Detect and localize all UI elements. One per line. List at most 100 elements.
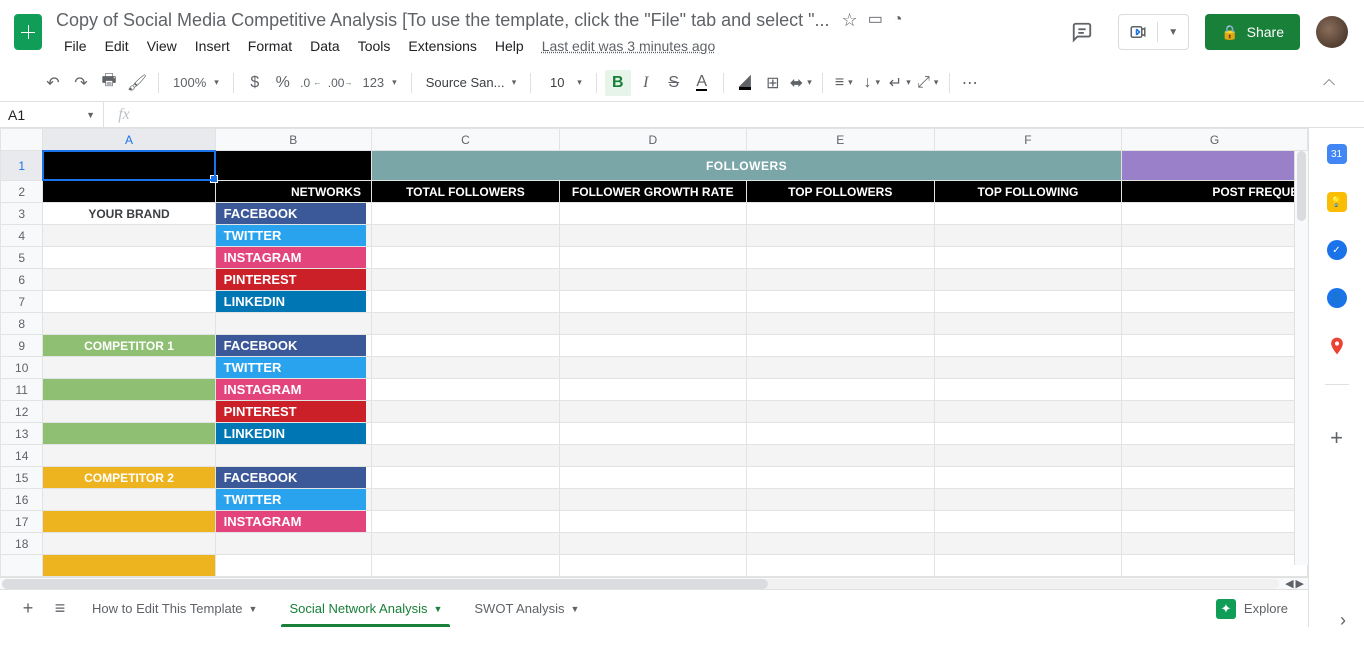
menu-tools[interactable]: Tools xyxy=(350,36,399,56)
col-header-B[interactable]: B xyxy=(215,129,371,151)
cell-C8[interactable] xyxy=(371,313,559,335)
hide-side-panel-button[interactable]: › xyxy=(1340,610,1346,631)
cell-E15[interactable] xyxy=(746,467,934,489)
cell-F12[interactable] xyxy=(934,401,1121,423)
cell-B10[interactable]: TWITTER xyxy=(215,357,371,379)
cell-A17[interactable] xyxy=(43,511,215,533)
cell-B8[interactable] xyxy=(215,313,371,335)
explore-button[interactable]: ✦ Explore xyxy=(1216,599,1296,619)
sheet-tab-howto[interactable]: How to Edit This Template▼ xyxy=(76,590,273,627)
cell-E14[interactable] xyxy=(746,445,934,467)
col-header-E[interactable]: E xyxy=(746,129,934,151)
cell-A12[interactable] xyxy=(43,401,215,423)
cell-B18[interactable] xyxy=(215,533,371,555)
text-wrap-button[interactable]: ↵ xyxy=(887,70,913,96)
sheet-tab-swot[interactable]: SWOT Analysis▼ xyxy=(458,590,595,627)
col-header-D[interactable]: D xyxy=(559,129,746,151)
cell-F6[interactable] xyxy=(934,269,1121,291)
cell-G1[interactable] xyxy=(1122,151,1308,181)
cell-F17[interactable] xyxy=(934,511,1121,533)
cell-your-brand[interactable]: YOUR BRAND xyxy=(43,203,215,225)
menu-edit[interactable]: Edit xyxy=(97,36,137,56)
add-addon-button[interactable]: + xyxy=(1330,425,1343,451)
cell-D13[interactable] xyxy=(559,423,746,445)
cell-G12[interactable] xyxy=(1122,401,1308,423)
text-rotation-button[interactable]: ⤢ xyxy=(915,70,941,96)
strikethrough-button[interactable]: S xyxy=(661,70,687,96)
row-header-15[interactable]: 15 xyxy=(1,467,43,489)
cell-C18[interactable] xyxy=(371,533,559,555)
cell-D17[interactable] xyxy=(559,511,746,533)
row-header-9[interactable]: 9 xyxy=(1,335,43,357)
cell-A13[interactable] xyxy=(43,423,215,445)
cell-networks-header[interactable]: NETWORKS xyxy=(215,181,371,203)
cell-G10[interactable] xyxy=(1122,357,1308,379)
cell-E19[interactable] xyxy=(746,555,934,577)
sheets-logo[interactable] xyxy=(8,12,48,52)
cell-G14[interactable] xyxy=(1122,445,1308,467)
cell-C13[interactable] xyxy=(371,423,559,445)
row-header-1[interactable]: 1 xyxy=(1,151,43,181)
add-sheet-button[interactable]: + xyxy=(12,593,44,625)
row-header-2[interactable]: 2 xyxy=(1,181,43,203)
cell-E9[interactable] xyxy=(746,335,934,357)
row-header-14[interactable]: 14 xyxy=(1,445,43,467)
zoom-select[interactable]: 100% xyxy=(167,70,225,96)
cell-B14[interactable] xyxy=(215,445,371,467)
font-family-select[interactable] xyxy=(420,70,523,96)
cell-G3[interactable] xyxy=(1122,203,1308,225)
cell-D16[interactable] xyxy=(559,489,746,511)
cell-A16[interactable] xyxy=(43,489,215,511)
cell-G5[interactable] xyxy=(1122,247,1308,269)
cell-G16[interactable] xyxy=(1122,489,1308,511)
menu-data[interactable]: Data xyxy=(302,36,348,56)
increase-decimal-button[interactable]: .00→ xyxy=(326,70,355,96)
row-header-7[interactable]: 7 xyxy=(1,291,43,313)
cell-D7[interactable] xyxy=(559,291,746,313)
cell-F5[interactable] xyxy=(934,247,1121,269)
name-box[interactable]: A1 ▼ xyxy=(0,102,104,127)
cell-G13[interactable] xyxy=(1122,423,1308,445)
format-percent-button[interactable]: % xyxy=(270,70,296,96)
fill-color-button[interactable]: ◢ xyxy=(732,70,758,96)
cell-E16[interactable] xyxy=(746,489,934,511)
col-header-G[interactable]: G xyxy=(1122,129,1308,151)
cell-B3[interactable]: FACEBOOK xyxy=(215,203,371,225)
row-header-4[interactable]: 4 xyxy=(1,225,43,247)
cell-C17[interactable] xyxy=(371,511,559,533)
cell-C3[interactable] xyxy=(371,203,559,225)
cell-B4[interactable]: TWITTER xyxy=(215,225,371,247)
grid-scroll[interactable]: A B C D E F G 1 FOLLOWERS xyxy=(0,128,1308,577)
cell-D10[interactable] xyxy=(559,357,746,379)
bold-button[interactable]: B xyxy=(605,70,631,96)
menu-view[interactable]: View xyxy=(139,36,185,56)
cell-G8[interactable] xyxy=(1122,313,1308,335)
cell-F18[interactable] xyxy=(934,533,1121,555)
cell-E12[interactable] xyxy=(746,401,934,423)
row-header-19[interactable] xyxy=(1,555,43,577)
cell-A11[interactable] xyxy=(43,379,215,401)
share-button[interactable]: 🔒 Share xyxy=(1205,14,1300,50)
select-all-corner[interactable] xyxy=(1,129,43,151)
cell-G18[interactable] xyxy=(1122,533,1308,555)
star-icon[interactable]: ☆ xyxy=(842,11,858,29)
italic-button[interactable]: I xyxy=(633,70,659,96)
cell-B16[interactable]: TWITTER xyxy=(215,489,371,511)
font-size-select[interactable] xyxy=(539,70,588,96)
vertical-align-button[interactable]: ↓ xyxy=(859,70,885,96)
cell-C15[interactable] xyxy=(371,467,559,489)
row-header-12[interactable]: 12 xyxy=(1,401,43,423)
vertical-scrollbar[interactable] xyxy=(1294,151,1308,565)
redo-button[interactable]: ↷ xyxy=(68,70,94,96)
cell-F10[interactable] xyxy=(934,357,1121,379)
cell-G15[interactable] xyxy=(1122,467,1308,489)
cell-competitor-2[interactable]: COMPETITOR 2 xyxy=(43,467,215,489)
row-header-3[interactable]: 3 xyxy=(1,203,43,225)
cell-D3[interactable] xyxy=(559,203,746,225)
cell-G17[interactable] xyxy=(1122,511,1308,533)
comments-icon[interactable] xyxy=(1062,12,1102,52)
cell-G6[interactable] xyxy=(1122,269,1308,291)
font-family-input[interactable] xyxy=(426,75,504,90)
cell-B13[interactable]: LINKEDIN xyxy=(215,423,371,445)
cell-F3[interactable] xyxy=(934,203,1121,225)
